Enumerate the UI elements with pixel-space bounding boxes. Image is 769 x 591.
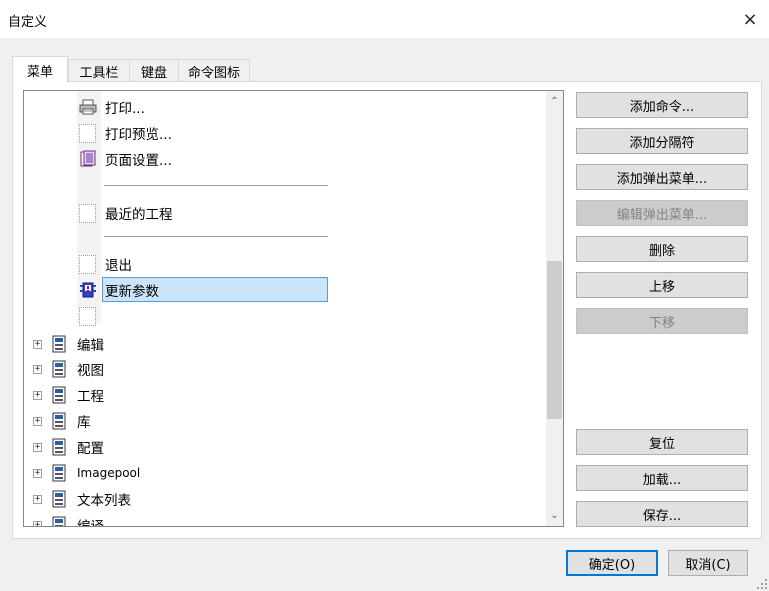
list-item[interactable]: 打印...: [79, 94, 145, 120]
window-title: 自定义: [8, 15, 48, 30]
move-down-button[interactable]: 下移: [576, 308, 748, 334]
add-popup-menu-button[interactable]: 添加弹出菜单...: [576, 164, 748, 190]
list-item[interactable]: 页面设置...: [79, 146, 172, 172]
menu-group-label: 库: [77, 415, 91, 431]
menu-tree[interactable]: 打印... 打印预览... 页面设置... 最近的工程 退出 更新参数 + 编辑…: [23, 90, 564, 527]
cancel-button[interactable]: 取消(C): [668, 550, 748, 576]
menu-separator[interactable]: [104, 236, 328, 237]
update-parameters-icon: [79, 281, 97, 299]
scroll-thumb[interactable]: [547, 261, 562, 419]
menu-group-label: 配置: [77, 441, 104, 457]
menu-group-label: 编译: [77, 519, 104, 527]
menu-item-label: 打印...: [105, 101, 145, 117]
add-separator-button[interactable]: 添加分隔符: [576, 128, 748, 154]
tab-label: 工具栏: [79, 65, 119, 81]
list-item[interactable]: 打印预览...: [79, 120, 172, 146]
load-button[interactable]: 加载...: [576, 465, 748, 491]
menu-group-label: 工程: [77, 389, 104, 405]
menu-group-label: 视图: [77, 363, 104, 379]
menu-item-label: 更新参数: [105, 284, 159, 300]
empty-slot-icon: [79, 124, 97, 143]
empty-insertion-slot[interactable]: [79, 303, 105, 329]
close-button[interactable]: ×: [733, 2, 767, 36]
expand-icon[interactable]: +: [33, 339, 42, 349]
title-bar: 自定义 ×: [0, 0, 769, 38]
expand-icon[interactable]: +: [33, 442, 42, 452]
tab-menu[interactable]: 菜单: [12, 56, 68, 83]
delete-button[interactable]: 删除: [576, 236, 748, 262]
page-setup-icon: [79, 150, 97, 168]
menu-group-icon: [51, 464, 69, 482]
tab-command-icons[interactable]: 命令图标: [178, 59, 250, 82]
list-item[interactable]: 最近的工程: [79, 200, 173, 226]
scroll-up-button[interactable]: ⌃: [546, 93, 563, 110]
empty-slot-icon: [79, 204, 97, 223]
tab-label: 菜单: [26, 64, 53, 80]
save-button[interactable]: 保存...: [576, 501, 748, 527]
edit-popup-menu-button[interactable]: 编辑弹出菜单...: [576, 200, 748, 226]
menu-separator[interactable]: [104, 185, 328, 186]
close-icon: ×: [742, 8, 758, 30]
chevron-up-icon: ⌃: [550, 96, 559, 107]
tree-node[interactable]: + 文本列表: [33, 486, 131, 512]
scroll-down-button[interactable]: ⌄: [546, 507, 563, 524]
tree-node[interactable]: + 编译: [33, 512, 104, 527]
menu-group-icon: [51, 438, 69, 456]
menu-group-label: 文本列表: [77, 493, 131, 509]
expand-icon[interactable]: +: [33, 390, 42, 400]
expand-icon[interactable]: +: [33, 494, 42, 504]
ok-button[interactable]: 确定(O): [566, 550, 658, 576]
menu-group-icon: [51, 516, 69, 526]
menu-group-icon: [51, 360, 69, 378]
expand-icon[interactable]: +: [33, 364, 42, 374]
tree-node[interactable]: + 编辑: [33, 331, 104, 357]
empty-slot-icon: [79, 307, 97, 326]
resize-grip-icon[interactable]: [756, 578, 768, 590]
menu-item-label: 退出: [105, 258, 132, 274]
empty-slot-icon: [79, 255, 97, 274]
tab-keyboard[interactable]: 键盘: [129, 59, 179, 82]
tree-node[interactable]: + 视图: [33, 356, 104, 382]
expand-icon[interactable]: +: [33, 416, 42, 426]
printer-icon: [79, 98, 97, 116]
menu-group-icon: [51, 335, 69, 353]
add-command-button[interactable]: 添加命令...: [576, 92, 748, 118]
move-up-button[interactable]: 上移: [576, 272, 748, 298]
vertical-scrollbar[interactable]: ⌃ ⌄: [546, 91, 563, 526]
expand-icon[interactable]: +: [33, 520, 42, 526]
list-item[interactable]: 更新参数: [79, 277, 159, 303]
reset-button[interactable]: 复位: [576, 429, 748, 455]
tree-node[interactable]: + 库: [33, 408, 91, 434]
chevron-down-icon: ⌄: [550, 510, 559, 521]
tree-node[interactable]: + Imagepool: [33, 460, 140, 486]
menu-item-label: 页面设置...: [105, 153, 172, 169]
tree-node[interactable]: + 工程: [33, 382, 104, 408]
tree-node[interactable]: + 配置: [33, 434, 104, 460]
list-item[interactable]: 退出: [79, 251, 132, 277]
menu-group-icon: [51, 412, 69, 430]
menu-group-label: 编辑: [77, 338, 104, 354]
menu-item-label: 最近的工程: [105, 207, 173, 223]
tab-label: 命令图标: [187, 65, 240, 81]
tab-label: 键盘: [140, 65, 167, 81]
menu-item-label: 打印预览...: [105, 127, 172, 143]
tab-toolbar[interactable]: 工具栏: [68, 59, 130, 82]
menu-group-icon: [51, 490, 69, 508]
expand-icon[interactable]: +: [33, 468, 42, 478]
menu-group-label: Imagepool: [77, 466, 141, 480]
menu-group-icon: [51, 386, 69, 404]
